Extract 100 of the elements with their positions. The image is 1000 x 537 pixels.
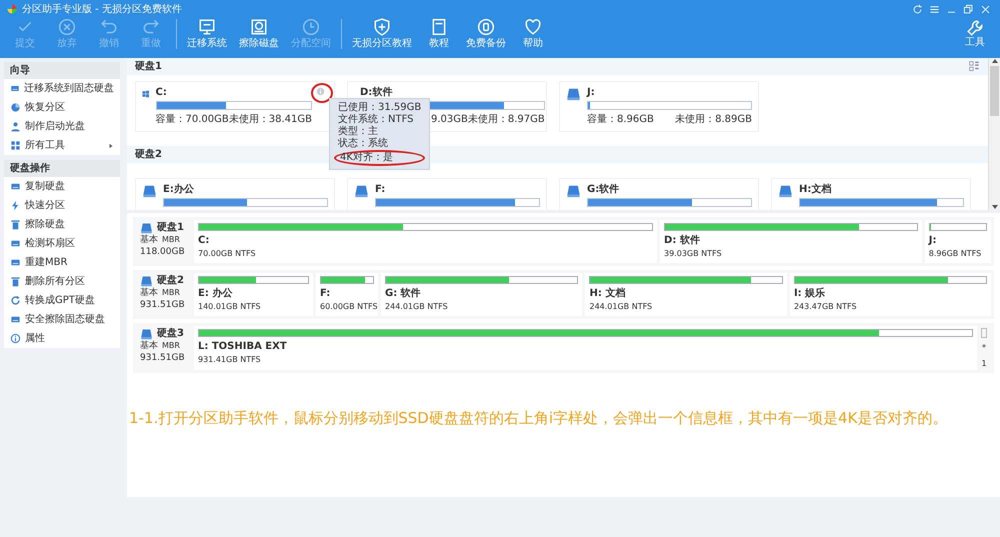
- partition-card[interactable]: J: 容量：8.96GB 未使用：8.89GB: [559, 81, 759, 132]
- scroll-down-icon: [990, 204, 998, 210]
- partition-name: H: 文档: [589, 286, 626, 301]
- scrollbar[interactable]: [988, 58, 1000, 210]
- partition-name: G: 软件: [385, 286, 422, 301]
- sidebar-item[interactable]: 属性: [4, 329, 120, 348]
- drive-icon: [566, 87, 581, 101]
- refresh-icon[interactable]: [912, 4, 923, 14]
- capacity-text: 容量：8.96GB: [587, 112, 654, 127]
- heart-icon: [524, 18, 542, 36]
- partition-block[interactable]: E: 办公 140.01GB NTFS: [194, 273, 314, 316]
- close-icon[interactable]: [980, 4, 991, 14]
- capacity-text: 容量：70.00GB: [156, 112, 229, 127]
- partition-block[interactable]: I: 娱乐 243.47GB NTFS: [790, 273, 991, 316]
- free-space-text: 未使用：8.97GB: [468, 112, 545, 127]
- partition-card[interactable]: F:: [347, 178, 547, 210]
- partition-block[interactable]: L: TOSHIBA EXT 931.41GB NTFS: [194, 326, 977, 370]
- partition-name: C:: [198, 234, 210, 248]
- trash-icon: [10, 276, 21, 287]
- disk-type: 基本: [140, 287, 158, 299]
- sidebar-item[interactable]: 恢复分区: [4, 98, 120, 117]
- partition-block[interactable]: H: 文档 244.01GB NTFS: [585, 273, 787, 316]
- partition-info: 244.01GB NTFS: [385, 301, 449, 313]
- book-icon: [430, 18, 448, 36]
- view-toggle-icon[interactable]: [969, 61, 980, 72]
- partition-info: 140.01GB NTFS: [198, 301, 262, 313]
- drive-icon: [778, 184, 793, 198]
- sidebar-item[interactable]: 删除所有分区: [4, 272, 120, 291]
- partition-info: 70.00GB NTFS: [198, 248, 257, 260]
- trash-icon: [10, 219, 21, 230]
- sidebar-item[interactable]: 复制硬盘: [4, 177, 120, 196]
- partition-block[interactable]: D: 软件 39.03GB NTFS: [660, 220, 922, 263]
- partition-name: J:: [587, 87, 596, 99]
- free-space-text: 未使用：38.41GB: [228, 112, 312, 127]
- menu-icon[interactable]: [929, 4, 940, 14]
- partition-style: MBR: [162, 234, 180, 246]
- drive-icon: [566, 184, 581, 198]
- drive-icon: [140, 275, 153, 287]
- window-title: 分区助手专业版 - 无损分区免费软件: [22, 2, 182, 16]
- sidebar-item[interactable]: 制作启动光盘: [4, 117, 120, 136]
- disk-name: 硬盘1: [157, 222, 184, 234]
- caption-text: 1-1.打开分区助手软件，鼠标分别移动到SSD硬盘盘符的右上角i字样处，会弹出一个信息框，其中有一项是4K是否对齐的。: [129, 408, 948, 429]
- clock-icon: [302, 18, 320, 36]
- partition-name: H:文档: [799, 184, 832, 196]
- disk-title: 硬盘2: [135, 148, 162, 162]
- logo-icon: [6, 3, 18, 15]
- wrench-icon: [966, 19, 984, 37]
- restore-icon[interactable]: [963, 4, 974, 14]
- sidebar-item[interactable]: 快速分区: [4, 196, 120, 215]
- partition-style: MBR: [162, 287, 180, 299]
- capacity-text: 9.03GB: [431, 113, 468, 127]
- drive-icon: [140, 328, 153, 340]
- disk-size: 931.51GB: [140, 352, 186, 364]
- free-space-text: 未使用：8.89GB: [675, 112, 752, 127]
- partition-card[interactable]: G:软件: [559, 178, 759, 210]
- drive-icon: [140, 222, 153, 234]
- bolt-icon: [10, 200, 21, 211]
- drive-icon: [10, 257, 21, 268]
- partition-name: E: 办公: [198, 286, 234, 301]
- disk-type: 基本: [140, 340, 158, 352]
- partition-card[interactable]: C: 容量：70.00GB未使用：38.41GB: [135, 81, 335, 132]
- side-mark: *: [982, 342, 986, 354]
- sidebar-item[interactable]: 安全擦除固态硬盘: [4, 310, 120, 329]
- sidebar-item[interactable]: 所有工具: [4, 136, 120, 155]
- sidebar-item[interactable]: 转换成GPT硬盘: [4, 291, 120, 310]
- info-row-text: 状态：系统: [337, 138, 389, 150]
- section-title: 向导: [4, 62, 120, 79]
- sidebar-item[interactable]: 检测坏扇区: [4, 234, 120, 253]
- partition-name: E:办公: [163, 184, 195, 196]
- undo-icon: [100, 18, 118, 36]
- partition-name: F:: [375, 184, 386, 196]
- person-icon: [10, 121, 21, 132]
- partition-block[interactable]: F: 60.00GB NTFS: [316, 273, 378, 316]
- cycle-icon: [10, 295, 21, 306]
- partition-name: C:: [156, 87, 168, 99]
- redo-icon: [142, 18, 160, 36]
- shield-icon: [373, 18, 391, 36]
- sidebar-item[interactable]: 重建MBR: [4, 253, 120, 272]
- partition-info: 243.47GB NTFS: [794, 301, 858, 313]
- sidebar-item[interactable]: 迁移系统到固态硬盘: [4, 79, 120, 98]
- drive-icon: [354, 184, 369, 198]
- partition-name: J:: [928, 234, 938, 248]
- drive-icon: [10, 83, 20, 94]
- partition-block[interactable]: C: 70.00GB NTFS: [194, 220, 658, 263]
- disk-type: 基本: [140, 234, 158, 246]
- mini-bar: [981, 328, 987, 338]
- partition-block[interactable]: G: 软件 244.01GB NTFS: [381, 273, 582, 316]
- drive-icon: [142, 184, 157, 198]
- partition-style: MBR: [162, 340, 180, 352]
- partition-card[interactable]: E:办公: [135, 178, 335, 210]
- grid-icon: [10, 140, 21, 151]
- disk-name: 硬盘2: [157, 275, 184, 287]
- partition-name: L: TOSHIBA EXT: [198, 340, 288, 354]
- sidebar-item[interactable]: 擦除硬盘: [4, 215, 120, 234]
- partition-block[interactable]: J: 8.96GB NTFS: [924, 220, 991, 263]
- partition-info: 39.03GB NTFS: [664, 248, 723, 260]
- partition-card[interactable]: H:文档: [771, 178, 971, 210]
- disk-name: 硬盘3: [157, 328, 184, 340]
- partition-name: I: 娱乐: [794, 286, 826, 301]
- partition-name: D:软件: [360, 87, 394, 99]
